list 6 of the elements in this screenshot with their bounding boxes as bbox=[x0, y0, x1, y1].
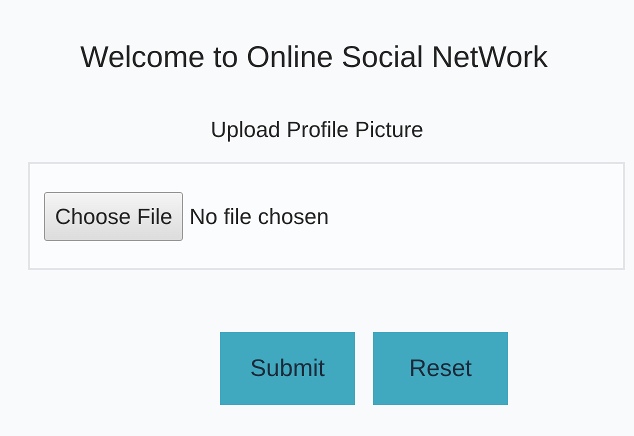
form-button[interactable]: Reset bbox=[373, 332, 508, 405]
form-button[interactable]: Submit bbox=[220, 332, 355, 405]
page-title: Welcome to Online Social NetWork bbox=[80, 40, 548, 76]
section-heading: Upload Profile Picture bbox=[210, 116, 424, 144]
choose-file-button[interactable]: Choose File bbox=[44, 192, 184, 240]
file-status: No file chosen bbox=[189, 202, 329, 230]
